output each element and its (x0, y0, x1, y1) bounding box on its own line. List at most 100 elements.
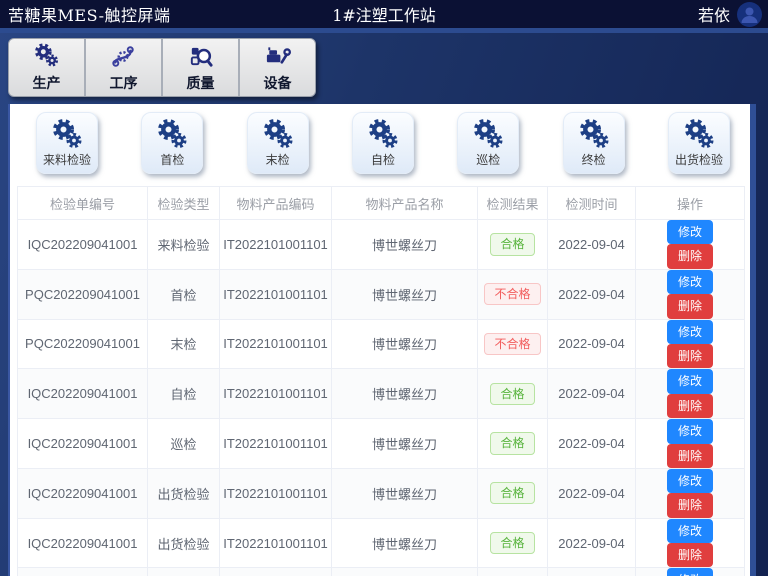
table-row: IQC202209041001 出货检验 IT2022101001101 博世螺… (18, 468, 745, 518)
cell-material-code: IT2022101001101 (220, 319, 332, 369)
cell-time: 2022-09-04 (548, 568, 636, 576)
station-title: 1#注塑工作站 (332, 2, 436, 26)
cell-material-name: 博世螺丝刀 (332, 468, 478, 518)
result-badge: 不合格 (484, 283, 540, 305)
tab-equipment[interactable]: 设备 (240, 39, 315, 96)
cell-inspection-no: IQC202209041001 (18, 369, 148, 419)
result-badge: 合格 (490, 532, 534, 554)
result-badge: 合格 (490, 383, 534, 405)
cell-time: 2022-09-04 (548, 220, 636, 270)
dual-gear-icon (682, 118, 716, 151)
cell-time: 2022-09-04 (548, 518, 636, 568)
edit-button[interactable]: 修改 (667, 419, 713, 443)
dual-gear-icon (50, 118, 84, 151)
cell-inspection-no: IQC202209041001 (18, 568, 148, 576)
user-name: 若依 (698, 2, 730, 26)
edit-button[interactable]: 修改 (667, 519, 713, 543)
table-row: IQC202209041001 出货检验 IT2022101001101 博世螺… (18, 568, 745, 576)
user-area[interactable]: 若依 (698, 2, 762, 27)
cell-material-name: 博世螺丝刀 (332, 419, 478, 469)
tab-label: 生产 (33, 73, 61, 93)
cell-inspection-no: IQC202209041001 (18, 468, 148, 518)
cell-material-code: IT2022101001101 (220, 568, 332, 576)
cell-inspection-type: 出货检验 (148, 468, 220, 518)
col-header-actions: 操作 (636, 187, 745, 220)
edit-button[interactable]: 修改 (667, 320, 713, 344)
edit-button[interactable]: 修改 (667, 568, 713, 576)
cell-material-name: 博世螺丝刀 (332, 269, 478, 319)
edit-button[interactable]: 修改 (667, 270, 713, 294)
tab-process[interactable]: 工序 (86, 39, 163, 96)
table-row: PQC202209041001 首检 IT2022101001101 博世螺丝刀… (18, 269, 745, 319)
col-header-material-code: 物料产品编码 (220, 187, 332, 220)
cell-material-name: 博世螺丝刀 (332, 220, 478, 270)
content-panel: 来料检验 首检 末检 (8, 104, 756, 576)
inspection-table-body: IQC202209041001 来料检验 IT2022101001101 博世螺… (18, 220, 745, 576)
inspection-button-row: 来料检验 首检 末检 (10, 104, 750, 174)
inspection-button-6[interactable]: 终检 (563, 112, 625, 174)
table-row: IQC202209041001 出货检验 IT2022101001101 博世螺… (18, 518, 745, 568)
inspection-button-7[interactable]: 出货检验 (668, 112, 730, 174)
gears-icon (33, 43, 60, 70)
cell-material-code: IT2022101001101 (220, 369, 332, 419)
person-icon (737, 2, 762, 27)
cell-time: 2022-09-04 (548, 468, 636, 518)
cell-inspection-no: IQC202209041001 (18, 419, 148, 469)
delete-button[interactable]: 删除 (667, 244, 713, 268)
inspection-button-3[interactable]: 末检 (247, 112, 309, 174)
delete-button[interactable]: 删除 (667, 294, 713, 318)
edit-button[interactable]: 修改 (667, 469, 713, 493)
col-header-material-name: 物料产品名称 (332, 187, 478, 220)
cell-material-code: IT2022101001101 (220, 269, 332, 319)
cell-material-code: IT2022101001101 (220, 518, 332, 568)
cell-material-code: IT2022101001101 (220, 220, 332, 270)
cell-time: 2022-09-04 (548, 269, 636, 319)
inspection-button-label: 出货检验 (675, 151, 723, 168)
cell-inspection-no: IQC202209041001 (18, 220, 148, 270)
inspection-button-5[interactable]: 巡检 (457, 112, 519, 174)
delete-button[interactable]: 删除 (667, 493, 713, 517)
dual-gear-icon (471, 118, 505, 151)
cell-inspection-no: IQC202209041001 (18, 518, 148, 568)
machine-wrench-icon (264, 43, 291, 70)
user-avatar[interactable] (737, 2, 762, 27)
inspection-table: 检验单编号 检验类型 物料产品编码 物料产品名称 检测结果 检测时间 操作 IQ… (17, 186, 745, 576)
tab-quality[interactable]: 质量 (163, 39, 240, 96)
cell-time: 2022-09-04 (548, 319, 636, 369)
cell-material-name: 博世螺丝刀 (332, 369, 478, 419)
result-badge: 合格 (490, 482, 534, 504)
tab-production[interactable]: 生产 (9, 39, 86, 96)
edit-button[interactable]: 修改 (667, 220, 713, 244)
table-row: IQC202209041001 自检 IT2022101001101 博世螺丝刀… (18, 369, 745, 419)
dual-gear-icon (577, 118, 611, 151)
cell-time: 2022-09-04 (548, 369, 636, 419)
result-badge: 合格 (490, 233, 534, 255)
delete-button[interactable]: 删除 (667, 394, 713, 418)
delete-button[interactable]: 删除 (667, 543, 713, 567)
inspection-button-2[interactable]: 首检 (141, 112, 203, 174)
cell-inspection-type: 来料检验 (148, 220, 220, 270)
inspection-button-label: 首检 (160, 151, 184, 168)
cell-inspection-type: 巡检 (148, 419, 220, 469)
edit-button[interactable]: 修改 (667, 369, 713, 393)
cell-inspection-type: 自检 (148, 369, 220, 419)
cell-material-code: IT2022101001101 (220, 419, 332, 469)
col-header-time: 检测时间 (548, 187, 636, 220)
cell-inspection-no: PQC202209041001 (18, 319, 148, 369)
tab-label: 工序 (110, 73, 138, 93)
delete-button[interactable]: 删除 (667, 444, 713, 468)
cell-material-name: 博世螺丝刀 (332, 518, 478, 568)
cell-inspection-type: 首检 (148, 269, 220, 319)
table-row: IQC202209041001 巡检 IT2022101001101 博世螺丝刀… (18, 419, 745, 469)
table-row: PQC202209041001 末检 IT2022101001101 博世螺丝刀… (18, 319, 745, 369)
inspection-button-1[interactable]: 来料检验 (36, 112, 98, 174)
inspection-button-4[interactable]: 自检 (352, 112, 414, 174)
cell-inspection-type: 出货检验 (148, 568, 220, 576)
delete-button[interactable]: 删除 (667, 344, 713, 368)
topbar-divider (0, 28, 768, 33)
col-header-inspection-type: 检验类型 (148, 187, 220, 220)
inspection-button-label: 来料检验 (43, 151, 91, 168)
cell-time: 2022-09-04 (548, 419, 636, 469)
col-header-result: 检测结果 (478, 187, 548, 220)
dual-gear-icon (155, 118, 189, 151)
